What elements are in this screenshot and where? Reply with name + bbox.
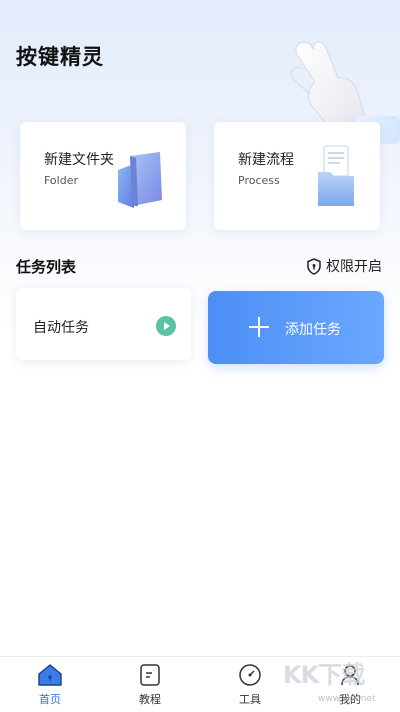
add-task-label: 添加任务 <box>285 322 341 338</box>
document-folder-icon <box>318 145 354 206</box>
tab-home-label: 首页 <box>39 693 61 706</box>
new-process-card[interactable]: 新建流程 Process <box>214 122 380 230</box>
permission-toggle[interactable]: 权限开启 <box>306 256 382 276</box>
folder-icon <box>118 152 162 208</box>
plus-icon <box>249 317 269 337</box>
permission-label: 权限开启 <box>326 259 382 275</box>
add-task-button[interactable]: 添加任务 <box>208 291 384 364</box>
tools-icon <box>239 664 261 686</box>
tab-home[interactable]: 首页 <box>0 657 100 712</box>
new-folder-title: 新建文件夹 <box>44 152 114 168</box>
task-list-title: 任务列表 <box>16 258 77 276</box>
new-process-subtitle: Process <box>238 174 280 187</box>
app-title: 按键精灵 <box>16 45 104 69</box>
auto-task-label: 自动任务 <box>33 320 89 336</box>
watermark-url: www.kkx.net <box>318 694 376 704</box>
home-icon <box>38 664 62 686</box>
shield-icon <box>307 257 321 275</box>
tab-tutorial[interactable]: 教程 <box>100 657 200 712</box>
play-icon[interactable] <box>156 316 176 336</box>
tab-tutorial-label: 教程 <box>139 693 161 706</box>
new-folder-card[interactable]: 新建文件夹 Folder <box>20 122 186 230</box>
new-process-title: 新建流程 <box>238 152 294 168</box>
tab-tools-label: 工具 <box>239 693 261 706</box>
auto-task-card[interactable]: 自动任务 <box>16 288 191 360</box>
new-folder-subtitle: Folder <box>44 174 78 187</box>
watermark-logo: KK下载 <box>283 661 365 689</box>
tutorial-icon <box>140 664 160 686</box>
